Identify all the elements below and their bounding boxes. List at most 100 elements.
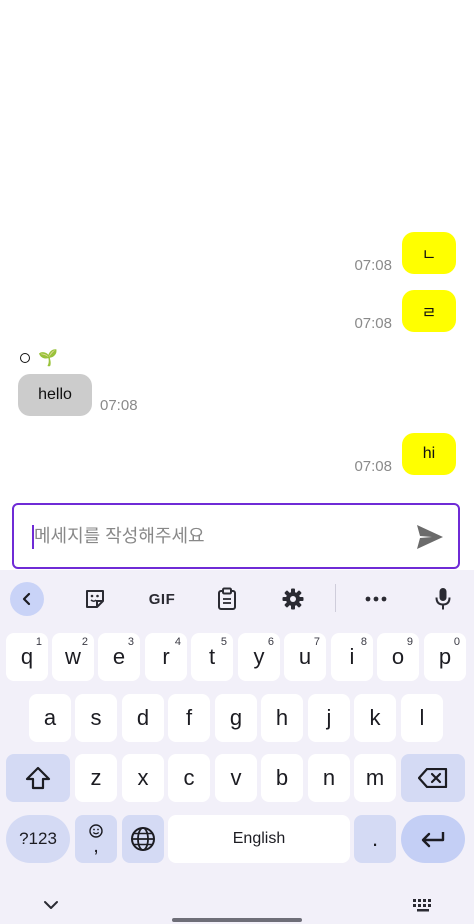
message-bubble[interactable]: ㄹ — [402, 290, 456, 332]
key-hint: 4 — [174, 636, 181, 648]
key-label: , — [93, 835, 99, 857]
key-label: x — [137, 765, 149, 790]
key-label: g — [229, 705, 243, 730]
key-hint: 7 — [313, 636, 320, 648]
space-key[interactable]: English — [168, 815, 350, 863]
gif-label: GIF — [148, 590, 176, 608]
key-label: o — [391, 644, 405, 669]
text-cursor — [32, 525, 34, 549]
shift-key[interactable] — [6, 754, 70, 802]
key-label: c — [183, 765, 195, 790]
key-hint: 2 — [81, 636, 88, 648]
key-hint: 9 — [406, 636, 413, 648]
message-composer — [12, 503, 460, 569]
chevron-left-icon — [22, 592, 31, 606]
message-time: 07:08 — [354, 257, 392, 274]
message-incoming: hello 07:08 — [18, 374, 138, 416]
key-y[interactable]: y6 — [238, 633, 280, 681]
sender-name-text: 🌱 — [38, 350, 58, 367]
key-n[interactable]: n — [308, 754, 350, 802]
shift-icon — [25, 766, 51, 790]
key-hint: 3 — [127, 636, 134, 648]
message-time: 07:08 — [354, 315, 392, 332]
message-input[interactable] — [34, 525, 394, 547]
key-o[interactable]: o9 — [377, 633, 419, 681]
send-icon[interactable] — [416, 524, 444, 550]
key-u[interactable]: u7 — [284, 633, 326, 681]
key-hint: 8 — [360, 636, 367, 648]
message-list[interactable]: 07:08 ㄴ 07:08 ㄹ 🌱 hello 07:08 07:08 hi — [0, 0, 474, 500]
symbols-key[interactable]: ?123 — [6, 815, 70, 863]
key-q[interactable]: q1 — [6, 633, 48, 681]
message-time: 07:08 — [354, 458, 392, 475]
key-s[interactable]: s — [75, 694, 117, 742]
key-label: ?123 — [19, 829, 57, 848]
key-x[interactable]: x — [122, 754, 164, 802]
key-m[interactable]: m — [354, 754, 396, 802]
key-r[interactable]: r4 — [145, 633, 187, 681]
voice-input-button[interactable] — [426, 582, 460, 616]
chat-screen: 07:08 ㄴ 07:08 ㄹ 🌱 hello 07:08 07:08 hi 메… — [0, 0, 474, 924]
clipboard-button[interactable] — [210, 582, 244, 616]
key-label: English — [232, 830, 286, 847]
enter-icon — [421, 832, 445, 848]
key-d[interactable]: d — [122, 694, 164, 742]
key-b[interactable]: b — [261, 754, 303, 802]
emoji-comma-key[interactable]: , — [75, 815, 117, 863]
enter-key[interactable] — [401, 815, 465, 863]
key-label: w — [65, 644, 81, 669]
message-bubble[interactable]: ㄴ — [402, 232, 456, 274]
key-l[interactable]: l — [401, 694, 443, 742]
key-g[interactable]: g — [215, 694, 257, 742]
keyboard-switch-icon[interactable] — [412, 898, 434, 912]
key-label: q — [20, 644, 34, 669]
message-time: 07:08 — [100, 397, 138, 414]
language-key[interactable] — [122, 815, 164, 863]
sticker-button[interactable] — [78, 582, 112, 616]
key-c[interactable]: c — [168, 754, 210, 802]
sender-avatar-icon — [20, 353, 30, 363]
microphone-icon — [435, 588, 451, 610]
key-w[interactable]: w2 — [52, 633, 94, 681]
key-label: v — [230, 765, 242, 790]
key-label: e — [112, 644, 126, 669]
chevron-down-icon[interactable] — [42, 896, 60, 914]
key-label: f — [185, 705, 193, 730]
key-p[interactable]: p0 — [424, 633, 466, 681]
key-f[interactable]: f — [168, 694, 210, 742]
key-h[interactable]: h — [261, 694, 303, 742]
toolbar-divider — [335, 584, 336, 612]
key-label: m — [365, 765, 385, 790]
globe-icon — [131, 827, 155, 851]
key-a[interactable]: a — [29, 694, 71, 742]
message-bubble[interactable]: hello — [18, 374, 92, 416]
key-e[interactable]: e3 — [98, 633, 140, 681]
gif-button[interactable]: GIF — [142, 582, 182, 616]
more-options-button[interactable] — [359, 582, 393, 616]
key-label: h — [275, 705, 289, 730]
message-bubble[interactable]: hi — [402, 433, 456, 475]
clipboard-icon — [218, 587, 236, 610]
key-label: y — [253, 644, 265, 669]
soft-keyboard: GIF q 1 w 2 e 3 r 4 t 5 y 6 u 7 i 8 o 9 … — [0, 570, 474, 924]
message-outgoing: 07:08 ㄹ — [354, 290, 456, 332]
key-i[interactable]: i8 — [331, 633, 373, 681]
key-t[interactable]: t5 — [191, 633, 233, 681]
toolbar-collapse-button[interactable] — [10, 582, 44, 616]
key-k[interactable]: k — [354, 694, 396, 742]
backspace-key[interactable] — [401, 754, 465, 802]
key-label: s — [90, 705, 102, 730]
key-z[interactable]: z — [75, 754, 117, 802]
key-j[interactable]: j — [308, 694, 350, 742]
backspace-icon — [418, 768, 448, 788]
key-label: d — [136, 705, 150, 730]
period-key[interactable]: . — [354, 815, 396, 863]
keyboard-toolbar: GIF — [0, 570, 474, 626]
key-label: r — [162, 644, 170, 669]
home-indicator[interactable] — [172, 918, 302, 922]
key-label: t — [208, 644, 216, 669]
key-v[interactable]: v — [215, 754, 257, 802]
key-hint: 6 — [267, 636, 274, 648]
settings-button[interactable] — [276, 582, 310, 616]
key-hint: 5 — [220, 636, 227, 648]
